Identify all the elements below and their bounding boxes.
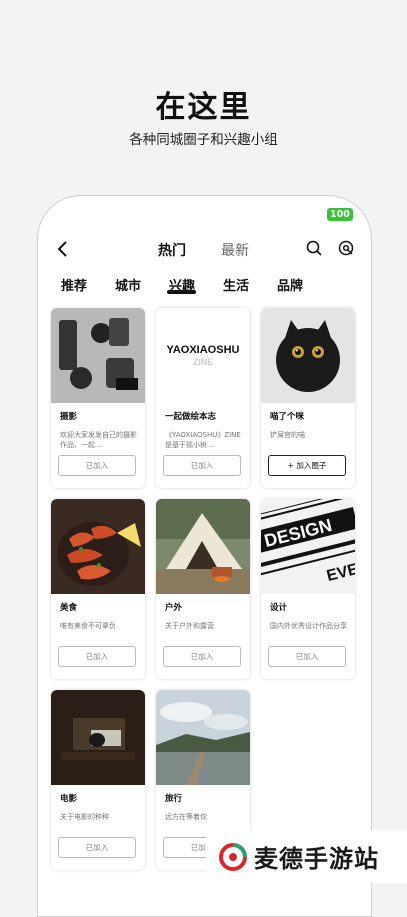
circle-desc: 远方在等着你: [165, 813, 207, 821]
circle-desc: 欢迎大家发发自己的摄影作品，一起...: [60, 431, 137, 449]
search-icon[interactable]: [306, 240, 322, 256]
joined-button[interactable]: 已加入: [58, 646, 136, 667]
tab-new[interactable]: 最新: [221, 240, 249, 260]
join-circle-button[interactable]: + 加入圈子: [268, 455, 346, 476]
circle-title: 一起做绘本志: [165, 412, 217, 422]
circle-card-photography[interactable]: 摄影 欢迎大家发发自己的摄影作品，一起... 已加入: [51, 308, 145, 488]
lake-landscape-image: [156, 690, 250, 785]
circle-title: 户外: [165, 603, 183, 613]
design-poster-image: DESIGN EVE: [261, 499, 355, 594]
circle-card-design[interactable]: DESIGN EVE 设计 国内外优秀设计作品分享 已加入: [261, 499, 355, 679]
svg-text:ZINE: ZINE: [193, 357, 214, 367]
circle-title: 电影: [60, 794, 78, 804]
circle-card-outdoor[interactable]: 户外 关于户外和露营 已加入: [156, 499, 250, 679]
battery-indicator: 100: [327, 208, 353, 221]
circle-title: 摄影: [60, 412, 78, 422]
circle-desc: 关于户外和露营: [165, 622, 214, 630]
joined-button[interactable]: 已加入: [58, 455, 136, 476]
circle-desc: 唯有美食不可辜负: [60, 622, 116, 630]
circle-title: 设计: [270, 603, 288, 613]
site-logo-icon: [219, 842, 247, 871]
location-target-icon[interactable]: [338, 240, 354, 256]
camping-tent-image: [156, 499, 250, 594]
shrimp-dish-image: [51, 499, 145, 594]
phone-screen: 100 热门 最新 推荐 城市 兴趣 生活 品牌 摄影 欢迎大家发发自己的摄影作…: [37, 195, 372, 917]
circle-desc: 《YAOXIAOSHU》ZINE是基于摇小树...: [165, 431, 241, 449]
category-city[interactable]: 城市: [115, 275, 141, 294]
zine-logo-image: YAOXIAOSHU ZINE: [156, 308, 250, 403]
circle-desc: 国内外优秀设计作品分享: [270, 622, 347, 630]
svg-text:YAOXIAOSHU: YAOXIAOSHU: [167, 344, 240, 356]
circle-card-movie[interactable]: 电影 关于电影的种种 已加入: [51, 690, 145, 870]
circle-card-cat[interactable]: 喵了个咪 铲屎官的喵 + 加入圈子: [261, 308, 355, 488]
hero-title: 在这里: [155, 90, 252, 125]
tab-hot[interactable]: 热门: [158, 240, 186, 260]
watermark-text: 麦德手游站: [254, 845, 379, 873]
circle-card-zine[interactable]: YAOXIAOSHU ZINE 一起做绘本志 《YAOXIAOSHU》ZINE是…: [156, 308, 250, 488]
category-life[interactable]: 生活: [223, 275, 249, 294]
category-active-indicator: [167, 290, 196, 294]
joined-button[interactable]: 已加入: [163, 646, 241, 667]
joined-button[interactable]: 已加入: [58, 837, 136, 858]
circle-title: 喵了个咪: [270, 412, 305, 422]
category-brand[interactable]: 品牌: [277, 275, 303, 294]
hero-subtitle: 各种同城圈子和兴趣小组: [129, 132, 278, 148]
circle-desc: 关于电影的种种: [60, 813, 109, 821]
circle-desc: 铲屎官的喵: [270, 431, 305, 439]
watermark-banner: 麦德手游站: [206, 830, 407, 883]
joined-button[interactable]: 已加入: [268, 646, 346, 667]
circle-card-food[interactable]: 美食 唯有美食不可辜负 已加入: [51, 499, 145, 679]
dark-room-image: [51, 690, 145, 785]
photography-image: [51, 308, 145, 403]
circle-title: 旅行: [165, 794, 183, 804]
black-cat-image: [261, 308, 355, 403]
back-arrow-icon[interactable]: [52, 238, 74, 260]
circle-title: 美食: [60, 603, 78, 613]
category-recommend[interactable]: 推荐: [61, 275, 87, 294]
joined-button[interactable]: 已加入: [163, 455, 241, 476]
